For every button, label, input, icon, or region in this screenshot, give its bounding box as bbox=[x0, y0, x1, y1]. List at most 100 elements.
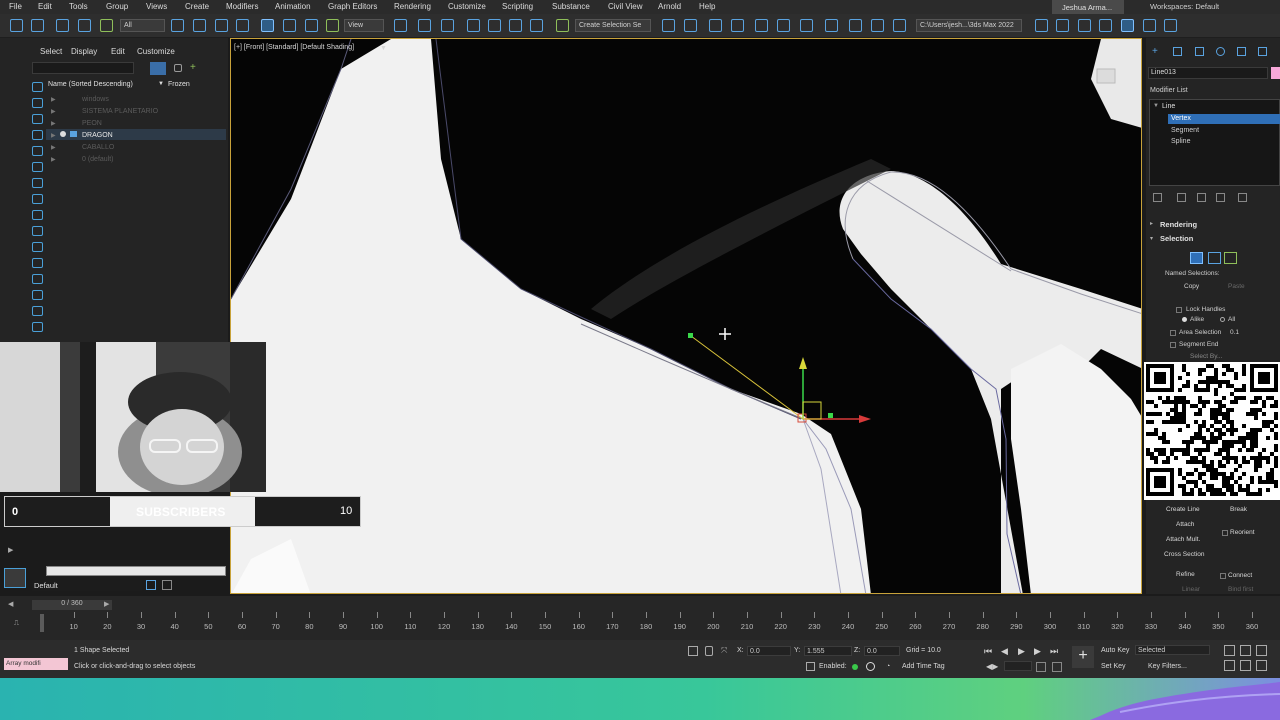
slider-left-icon[interactable]: ◀ bbox=[8, 600, 13, 608]
z-coordinate-field[interactable]: 0.0 bbox=[864, 646, 900, 656]
list-item[interactable]: CABALLO bbox=[82, 144, 114, 151]
viewport-canvas[interactable] bbox=[231, 39, 1142, 594]
gizmo-y-arrow[interactable] bbox=[799, 357, 807, 369]
display-containers-icon[interactable] bbox=[32, 226, 43, 236]
time-scrubber[interactable] bbox=[40, 614, 44, 632]
display-tab-icon[interactable] bbox=[1237, 47, 1246, 56]
go-to-end-icon[interactable]: ⏭ bbox=[1050, 646, 1058, 657]
window-crossing-icon[interactable] bbox=[236, 19, 249, 32]
viewport-layout-icon[interactable] bbox=[1121, 19, 1134, 32]
stack-item-vertex[interactable]: Vertex bbox=[1171, 115, 1191, 122]
isolate-selection-icon[interactable] bbox=[688, 646, 698, 656]
cross-section-button[interactable]: Cross Section bbox=[1164, 551, 1204, 558]
layer-grid-icon[interactable] bbox=[162, 580, 172, 590]
configure-sets-icon[interactable] bbox=[1238, 193, 1247, 202]
play-toggle-icon[interactable]: ▶ bbox=[8, 546, 13, 554]
undo-icon[interactable] bbox=[10, 19, 23, 32]
display-lights-icon[interactable] bbox=[32, 114, 43, 124]
zoom-all-icon[interactable] bbox=[1240, 645, 1251, 656]
layer-manager-icon[interactable] bbox=[4, 568, 26, 588]
display-xrefs-icon[interactable] bbox=[32, 194, 43, 204]
stack-item-line[interactable]: Line bbox=[1162, 103, 1175, 110]
redo-icon[interactable] bbox=[31, 19, 44, 32]
attach-mult-button[interactable]: Attach Mult. bbox=[1166, 536, 1200, 543]
menu-scripting[interactable]: Scripting bbox=[502, 2, 533, 11]
refine-button[interactable]: Refine bbox=[1176, 571, 1195, 578]
visibility-eye-icon[interactable] bbox=[60, 131, 66, 137]
render-setup-icon[interactable] bbox=[849, 19, 862, 32]
align-icon[interactable] bbox=[684, 19, 697, 32]
display-space-warps-icon[interactable] bbox=[32, 162, 43, 172]
select-by-button[interactable]: Select By... bbox=[1190, 353, 1222, 360]
list-item[interactable]: windows bbox=[82, 96, 109, 103]
show-end-result-icon[interactable] bbox=[1177, 193, 1186, 202]
display-none-icon[interactable] bbox=[32, 290, 43, 300]
expand-arrow-icon[interactable]: ▶ bbox=[51, 96, 56, 103]
rectangular-selection-icon[interactable] bbox=[215, 19, 228, 32]
toggle-scene-explorer-icon[interactable] bbox=[709, 19, 722, 32]
menu-graph-editors[interactable]: Graph Editors bbox=[328, 2, 377, 11]
zoom-extents-icon[interactable] bbox=[1256, 645, 1267, 656]
segment-end-checkbox[interactable] bbox=[1170, 342, 1176, 348]
open-file-icon[interactable] bbox=[1056, 19, 1069, 32]
modify-tab-icon[interactable] bbox=[1173, 47, 1182, 56]
break-button[interactable]: Break bbox=[1230, 506, 1247, 513]
material-editor-icon[interactable] bbox=[825, 19, 838, 32]
select-manipulate-icon[interactable] bbox=[418, 19, 431, 32]
collapse-arrow-icon[interactable]: ▼ bbox=[1153, 103, 1159, 109]
maxscript-listener-input[interactable]: Array modifi bbox=[4, 658, 68, 670]
tab-display[interactable]: Display bbox=[71, 47, 97, 56]
display-all-icon[interactable] bbox=[32, 274, 43, 284]
rotate-icon[interactable] bbox=[283, 19, 296, 32]
list-item[interactable]: 0 (default) bbox=[82, 156, 114, 163]
bind-first-label[interactable]: Bind first bbox=[1228, 586, 1253, 593]
reference-coordinate-dropdown[interactable]: View bbox=[344, 19, 384, 32]
add-time-tag-button[interactable]: Add Time Tag bbox=[902, 663, 945, 670]
tab-customize[interactable]: Customize bbox=[137, 47, 175, 56]
object-color-swatch[interactable] bbox=[1271, 67, 1280, 79]
time-configuration-icon[interactable] bbox=[1036, 662, 1046, 672]
unlink-icon[interactable] bbox=[78, 19, 91, 32]
menu-rendering[interactable]: Rendering bbox=[394, 2, 431, 11]
time-slider[interactable]: 0 / 360 bbox=[32, 600, 112, 610]
snaps-toggle-icon[interactable] bbox=[467, 19, 480, 32]
menu-substance[interactable]: Substance bbox=[552, 2, 590, 11]
current-layer-dropdown[interactable]: Default bbox=[32, 580, 142, 591]
keyboard-shortcut-icon[interactable] bbox=[441, 19, 454, 32]
menu-group[interactable]: Group bbox=[106, 2, 128, 11]
current-frame-field[interactable] bbox=[1004, 661, 1032, 671]
menu-animation[interactable]: Animation bbox=[275, 2, 311, 11]
menu-edit[interactable]: Edit bbox=[38, 2, 52, 11]
layer-name-input[interactable] bbox=[46, 566, 226, 576]
modifier-list-dropdown[interactable]: Modifier List bbox=[1150, 87, 1188, 94]
key-selection-dropdown[interactable]: Selected bbox=[1135, 645, 1210, 655]
tab-select[interactable]: Select bbox=[40, 47, 62, 56]
hierarchy-tab-icon[interactable] bbox=[1195, 47, 1204, 56]
viewport-filter-icon[interactable]: ▼ bbox=[380, 45, 387, 52]
play-icon[interactable]: ▶ bbox=[1018, 646, 1025, 657]
spline-mode-icon[interactable] bbox=[1224, 252, 1237, 264]
collapse-toolbar-icon[interactable] bbox=[1099, 19, 1112, 32]
vertex-mode-icon[interactable] bbox=[1190, 252, 1203, 264]
viewport-label-menu[interactable]: [+] [Front] [Standard] [Default Shading] bbox=[234, 44, 354, 51]
bind-space-warp-icon[interactable] bbox=[100, 19, 113, 32]
copy-button[interactable]: Copy bbox=[1184, 283, 1199, 290]
pan-view-icon[interactable] bbox=[1240, 660, 1251, 671]
all-radio[interactable] bbox=[1220, 317, 1225, 322]
toggle-layer-explorer-icon[interactable] bbox=[731, 19, 744, 32]
next-frame-icon[interactable]: ▶ bbox=[1034, 646, 1041, 657]
menu-civil-view[interactable]: Civil View bbox=[608, 2, 643, 11]
transform-mode-icon[interactable]: ⤧ bbox=[721, 646, 727, 656]
stack-item-segment[interactable]: Segment bbox=[1171, 127, 1199, 134]
menu-help[interactable]: Help bbox=[699, 2, 715, 11]
lock-icon[interactable] bbox=[174, 64, 182, 72]
menu-views[interactable]: Views bbox=[146, 2, 167, 11]
display-helpers-icon[interactable] bbox=[32, 146, 43, 156]
create-line-button[interactable]: Create Line bbox=[1166, 506, 1200, 513]
rollout-rendering[interactable]: Rendering bbox=[1160, 220, 1197, 229]
key-filters-button[interactable]: Key Filters... bbox=[1148, 663, 1187, 670]
paste-button[interactable]: Paste bbox=[1228, 283, 1245, 290]
reorient-checkbox[interactable] bbox=[1222, 530, 1228, 536]
link-icon[interactable] bbox=[56, 19, 69, 32]
menu-create[interactable]: Create bbox=[185, 2, 209, 11]
